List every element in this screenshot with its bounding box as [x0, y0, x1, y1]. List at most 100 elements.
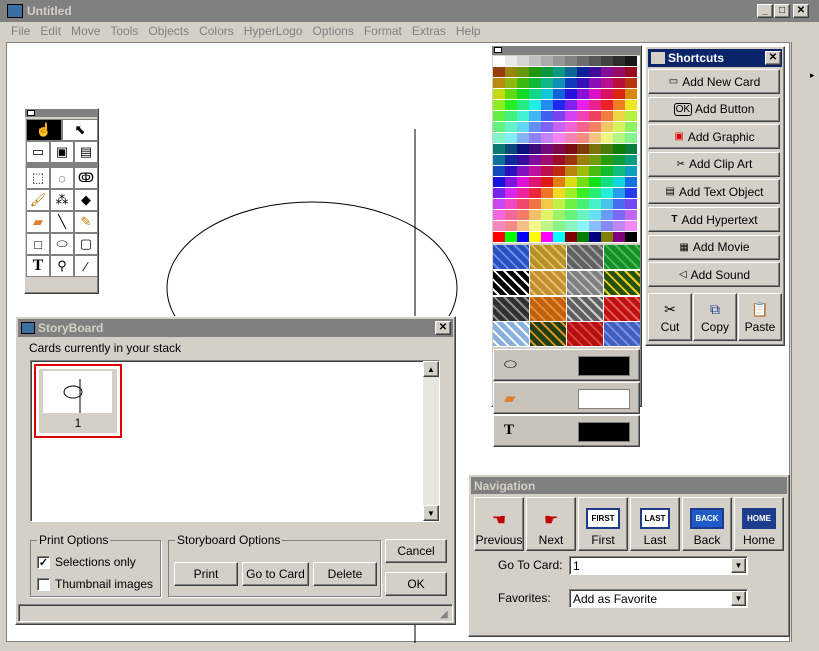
color-swatch[interactable]	[565, 133, 577, 143]
color-swatch[interactable]	[493, 232, 505, 242]
texture-swatch[interactable]	[530, 270, 566, 295]
cancel-button[interactable]: Cancel	[385, 539, 447, 563]
graphic-tool-icon[interactable]: ▣	[50, 141, 74, 163]
line-tool-icon[interactable]: ╲	[50, 211, 74, 233]
color-swatch[interactable]	[517, 188, 529, 198]
color-swatch[interactable]	[505, 111, 517, 121]
color-swatch[interactable]	[541, 100, 553, 110]
color-swatch[interactable]	[625, 133, 637, 143]
color-swatch[interactable]	[541, 78, 553, 88]
color-swatch[interactable]	[553, 232, 565, 242]
paintbrush-icon[interactable]: 🖌	[26, 189, 50, 211]
color-swatch[interactable]	[625, 144, 637, 154]
color-swatch[interactable]	[493, 144, 505, 154]
card-list[interactable]: 1 ▲ ▼	[30, 360, 440, 522]
color-swatch[interactable]	[529, 166, 541, 176]
color-swatch[interactable]	[613, 100, 625, 110]
color-swatch[interactable]	[613, 221, 625, 231]
color-swatch[interactable]	[601, 56, 613, 66]
color-swatch[interactable]	[577, 199, 589, 209]
menu-help[interactable]: Help	[451, 24, 486, 40]
color-swatch[interactable]	[613, 166, 625, 176]
color-swatch[interactable]	[529, 210, 541, 220]
texture-swatch[interactable]	[604, 245, 640, 269]
color-swatch[interactable]	[565, 111, 577, 121]
color-swatch[interactable]	[613, 67, 625, 77]
color-swatch[interactable]	[529, 89, 541, 99]
menu-move[interactable]: Move	[66, 24, 105, 40]
marquee-select-icon[interactable]: ⬚	[26, 167, 50, 189]
color-swatch[interactable]	[577, 166, 589, 176]
color-swatch[interactable]	[553, 133, 565, 143]
color-swatch[interactable]	[529, 155, 541, 165]
color-swatch[interactable]	[541, 166, 553, 176]
color-swatch[interactable]	[529, 199, 541, 209]
color-swatch[interactable]	[565, 67, 577, 77]
color-swatch[interactable]	[577, 210, 589, 220]
menu-tools[interactable]: Tools	[105, 24, 143, 40]
color-swatch[interactable]	[493, 56, 505, 66]
color-swatch[interactable]	[565, 210, 577, 220]
color-swatch[interactable]	[553, 78, 565, 88]
style-row[interactable]: T	[493, 415, 640, 447]
color-swatch[interactable]	[613, 78, 625, 88]
color-swatch[interactable]	[505, 56, 517, 66]
texture-swatch[interactable]	[493, 322, 529, 347]
color-swatch[interactable]	[493, 67, 505, 77]
color-swatch[interactable]	[613, 177, 625, 187]
color-swatch[interactable]	[565, 122, 577, 132]
color-swatch[interactable]	[493, 89, 505, 99]
color-swatch[interactable]	[553, 144, 565, 154]
color-swatch[interactable]	[517, 155, 529, 165]
color-swatch[interactable]	[541, 122, 553, 132]
color-swatch[interactable]	[577, 56, 589, 66]
copy-button[interactable]: ⧉ Copy	[693, 293, 737, 341]
storyboard-close-button[interactable]: ✕	[435, 321, 451, 335]
texture-swatch[interactable]	[567, 270, 603, 295]
color-swatch[interactable]	[553, 177, 565, 187]
color-swatch[interactable]	[601, 232, 613, 242]
eyedropper-icon[interactable]: ⁄	[74, 255, 98, 277]
color-swatch[interactable]	[517, 67, 529, 77]
color-palette-close-icon[interactable]	[494, 47, 502, 53]
color-swatch[interactable]	[589, 100, 601, 110]
palette-close-icon[interactable]	[27, 110, 35, 116]
color-swatch[interactable]	[589, 89, 601, 99]
color-swatch[interactable]	[589, 177, 601, 187]
thumbnail-images-checkbox[interactable]: Thumbnail images	[37, 577, 153, 591]
rounded-rect-tool-icon[interactable]: ▢	[74, 233, 98, 255]
color-swatch[interactable]	[589, 133, 601, 143]
color-swatch[interactable]	[577, 188, 589, 198]
color-swatch[interactable]	[541, 144, 553, 154]
color-swatch[interactable]	[589, 67, 601, 77]
color-swatch[interactable]	[601, 221, 613, 231]
menu-hyperlogo[interactable]: HyperLogo	[239, 24, 308, 40]
color-swatch[interactable]	[589, 111, 601, 121]
color-swatch[interactable]	[517, 100, 529, 110]
color-swatch[interactable]	[553, 111, 565, 121]
texture-swatch[interactable]	[604, 322, 640, 347]
color-swatch[interactable]	[541, 177, 553, 187]
color-swatch[interactable]	[625, 166, 637, 176]
color-swatch[interactable]	[553, 221, 565, 231]
color-swatch[interactable]	[541, 111, 553, 121]
color-swatch[interactable]	[517, 177, 529, 187]
color-swatch[interactable]	[625, 100, 637, 110]
last-button[interactable]: LAST Last	[630, 497, 680, 551]
magnifier-icon[interactable]: ⚲	[50, 255, 74, 277]
color-swatch[interactable]	[553, 155, 565, 165]
add-button-button[interactable]: OK Add Button	[648, 96, 780, 122]
color-swatch[interactable]	[625, 122, 637, 132]
color-swatch[interactable]	[625, 199, 637, 209]
color-swatch[interactable]	[565, 232, 577, 242]
color-swatch[interactable]	[553, 89, 565, 99]
color-swatch[interactable]	[589, 155, 601, 165]
color-swatch[interactable]	[613, 232, 625, 242]
color-swatch[interactable]	[517, 210, 529, 220]
color-swatch[interactable]	[613, 144, 625, 154]
color-swatch[interactable]	[541, 67, 553, 77]
color-swatch[interactable]	[565, 199, 577, 209]
color-swatch[interactable]	[553, 210, 565, 220]
texture-grid[interactable]	[493, 245, 640, 347]
color-swatch[interactable]	[601, 155, 613, 165]
